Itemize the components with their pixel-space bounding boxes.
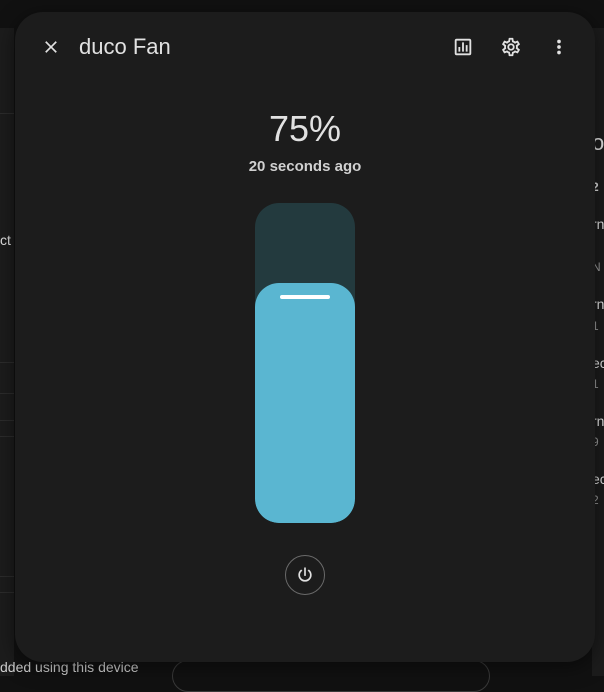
history-button[interactable] <box>443 27 483 67</box>
more-options-button[interactable] <box>539 27 579 67</box>
power-button[interactable] <box>285 555 325 595</box>
close-icon <box>45 41 57 53</box>
close-button[interactable] <box>31 27 71 67</box>
gear-icon <box>502 37 520 57</box>
background-left-text: ct <box>0 232 11 248</box>
state-value: 75% <box>268 108 342 149</box>
settings-button[interactable] <box>491 27 531 67</box>
chart-box-icon <box>454 38 472 56</box>
last-changed-text: 20 seconds ago <box>248 158 362 175</box>
background-left-card <box>0 28 14 676</box>
slider-handle[interactable] <box>280 295 330 299</box>
background-bottom-pill <box>172 660 490 692</box>
dots-vertical-icon <box>557 39 561 55</box>
dialog-header: duco Fan <box>15 12 595 84</box>
dialog-title: duco Fan <box>79 34 171 59</box>
power-icon <box>298 567 312 582</box>
more-info-dialog: duco Fan 75% 20 seconds ago <box>15 12 595 662</box>
fan-percentage-slider[interactable] <box>255 203 355 523</box>
slider-fill <box>255 283 355 523</box>
